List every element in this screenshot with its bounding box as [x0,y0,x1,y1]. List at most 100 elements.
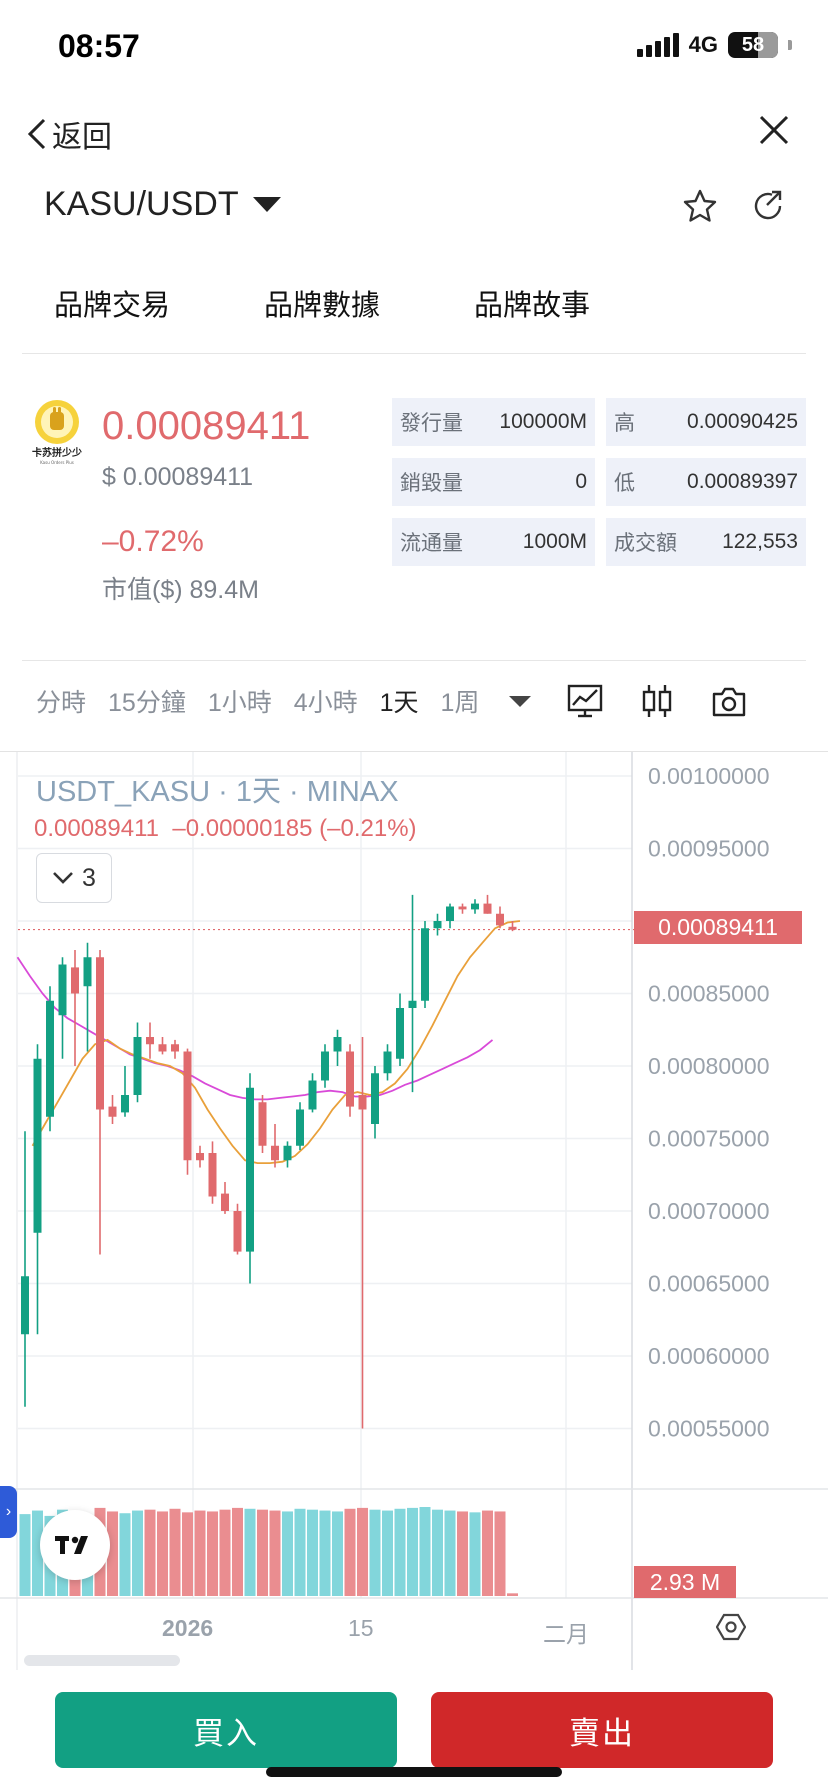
favorite-star-icon[interactable] [682,188,718,224]
status-indicators: 4G 58 [636,32,792,58]
tf-1w[interactable]: 1周 [441,683,480,719]
candle-body [58,964,67,1016]
price-axis-label: 0.00100000 [648,763,770,789]
candle-body [208,1153,217,1197]
volume-bar [157,1511,168,1596]
volume-bar [219,1509,231,1596]
tf-1h[interactable]: 1小時 [208,683,272,719]
price-chart[interactable]: 0.001000000.000950000.000900000.00085000… [0,751,828,1670]
candlestick-type-icon[interactable] [639,683,675,719]
battery-cap [788,40,792,50]
price-axis-label: 0.00085000 [648,981,770,1007]
candle-body [471,903,479,910]
volume-bar [232,1507,243,1596]
close-icon[interactable] [756,112,792,148]
volume-bar [244,1508,256,1596]
indicator-chart-icon[interactable] [567,683,603,719]
stat-high: 高 0.00090425 [606,398,806,446]
candle-body [108,1106,117,1117]
signal-icon [636,33,679,57]
chart-settings-icon[interactable] [716,1612,746,1642]
volume-bar [257,1509,268,1596]
back-button[interactable]: 返回 [26,112,112,156]
last-price-tag: 0.00089411 [634,911,802,944]
tf-15m[interactable]: 15分鐘 [108,683,186,719]
volume-bar [307,1509,318,1596]
volume-bar [357,1507,368,1596]
price-usd: $ 0.00089411 [102,463,254,491]
candle-body [446,906,454,921]
camera-icon[interactable] [711,683,747,719]
tf-4h[interactable]: 4小時 [294,683,358,719]
brand-tabs: 品牌交易 品牌數據 品牌故事 [0,282,828,324]
volume-bar [182,1512,193,1596]
stat-circulating: 流通量 1000M [392,518,595,566]
volume-bar [294,1508,306,1596]
candle-body [508,926,517,930]
tradingview-logo[interactable] [40,1510,110,1580]
volume-bar [282,1511,293,1596]
candle-body [371,1073,379,1124]
volume-bar [507,1593,518,1596]
candle-body [308,1080,317,1110]
more-timeframes-icon[interactable] [509,694,532,708]
x-axis-label-2026: 2026 [162,1615,214,1641]
chart-canvas[interactable]: 0.001000000.000950000.000900000.00085000… [0,752,828,1670]
chart-horizontal-scrollbar[interactable] [24,1655,180,1666]
drawing-toolbar-toggle[interactable]: › [0,1486,17,1538]
candle-body [358,1095,367,1110]
candle-body [133,1037,142,1095]
candle-body [33,1058,42,1233]
tab-brand-data[interactable]: 品牌數據 [264,282,419,324]
candle-body [158,1044,167,1052]
tab-brand-trading[interactable]: 品牌交易 [54,282,209,324]
candle-body [333,1037,342,1052]
volume-bar [382,1510,393,1596]
volume-bar [144,1509,156,1596]
stat-turnover: 成交額 122,553 [606,518,806,566]
back-label: 返回 [52,121,112,154]
pair-label: KASU/USDT [44,185,239,223]
volume-bar [482,1510,493,1596]
candle-body [283,1145,292,1161]
market-cap: 市值($) 89.4M [102,576,259,604]
share-icon[interactable] [750,188,786,224]
tradingview-icon [55,1536,88,1554]
battery-level: 58 [741,33,765,56]
volume-bar [19,1514,31,1596]
volume-bar [194,1510,206,1596]
volume-bar [407,1507,418,1596]
chart-ohlc-legend: 0.00089411 –0.00000185 (–0.21%) [34,815,417,842]
tab-brand-story[interactable]: 品牌故事 [474,282,629,324]
logo-wordmark: 卡苏拼少少 [32,446,82,459]
ma-fast-line [31,920,521,1165]
volume-bar [394,1508,406,1596]
candle-body [121,1095,129,1113]
price-axis-label: 0.00075000 [648,1126,770,1152]
pair-selector[interactable]: KASU/USDT [44,185,281,224]
divider [22,353,806,354]
volume-bar [419,1507,431,1596]
sell-button[interactable]: 賣出 [431,1692,773,1768]
candle-body [483,903,492,914]
candle-body [83,957,92,987]
volume-bar [269,1510,281,1596]
chevron-left-icon [27,118,46,150]
tf-1d[interactable]: 1天 [380,683,419,719]
volume-bar [469,1512,481,1596]
candle-body [221,1193,229,1211]
buy-button[interactable]: 買入 [55,1692,397,1768]
candle-body [346,1051,354,1107]
tf-intraday[interactable]: 分時 [36,683,86,719]
volume-bar [119,1513,131,1596]
price-axis-label: 0.00055000 [648,1416,770,1442]
token-logo: 卡苏拼少少 Kasu Orders Plus [32,400,82,465]
volume-bar [319,1510,331,1596]
timeframe-bar: 分時 15分鐘 1小時 4小時 1天 1周 [0,676,828,726]
candle-body [171,1044,179,1052]
chevron-down-icon [53,872,73,884]
candle-body [296,1109,304,1146]
price-change: –0.72% [102,525,204,558]
candle-body [383,1051,392,1074]
indicators-collapse-button[interactable]: 3 [36,853,112,903]
